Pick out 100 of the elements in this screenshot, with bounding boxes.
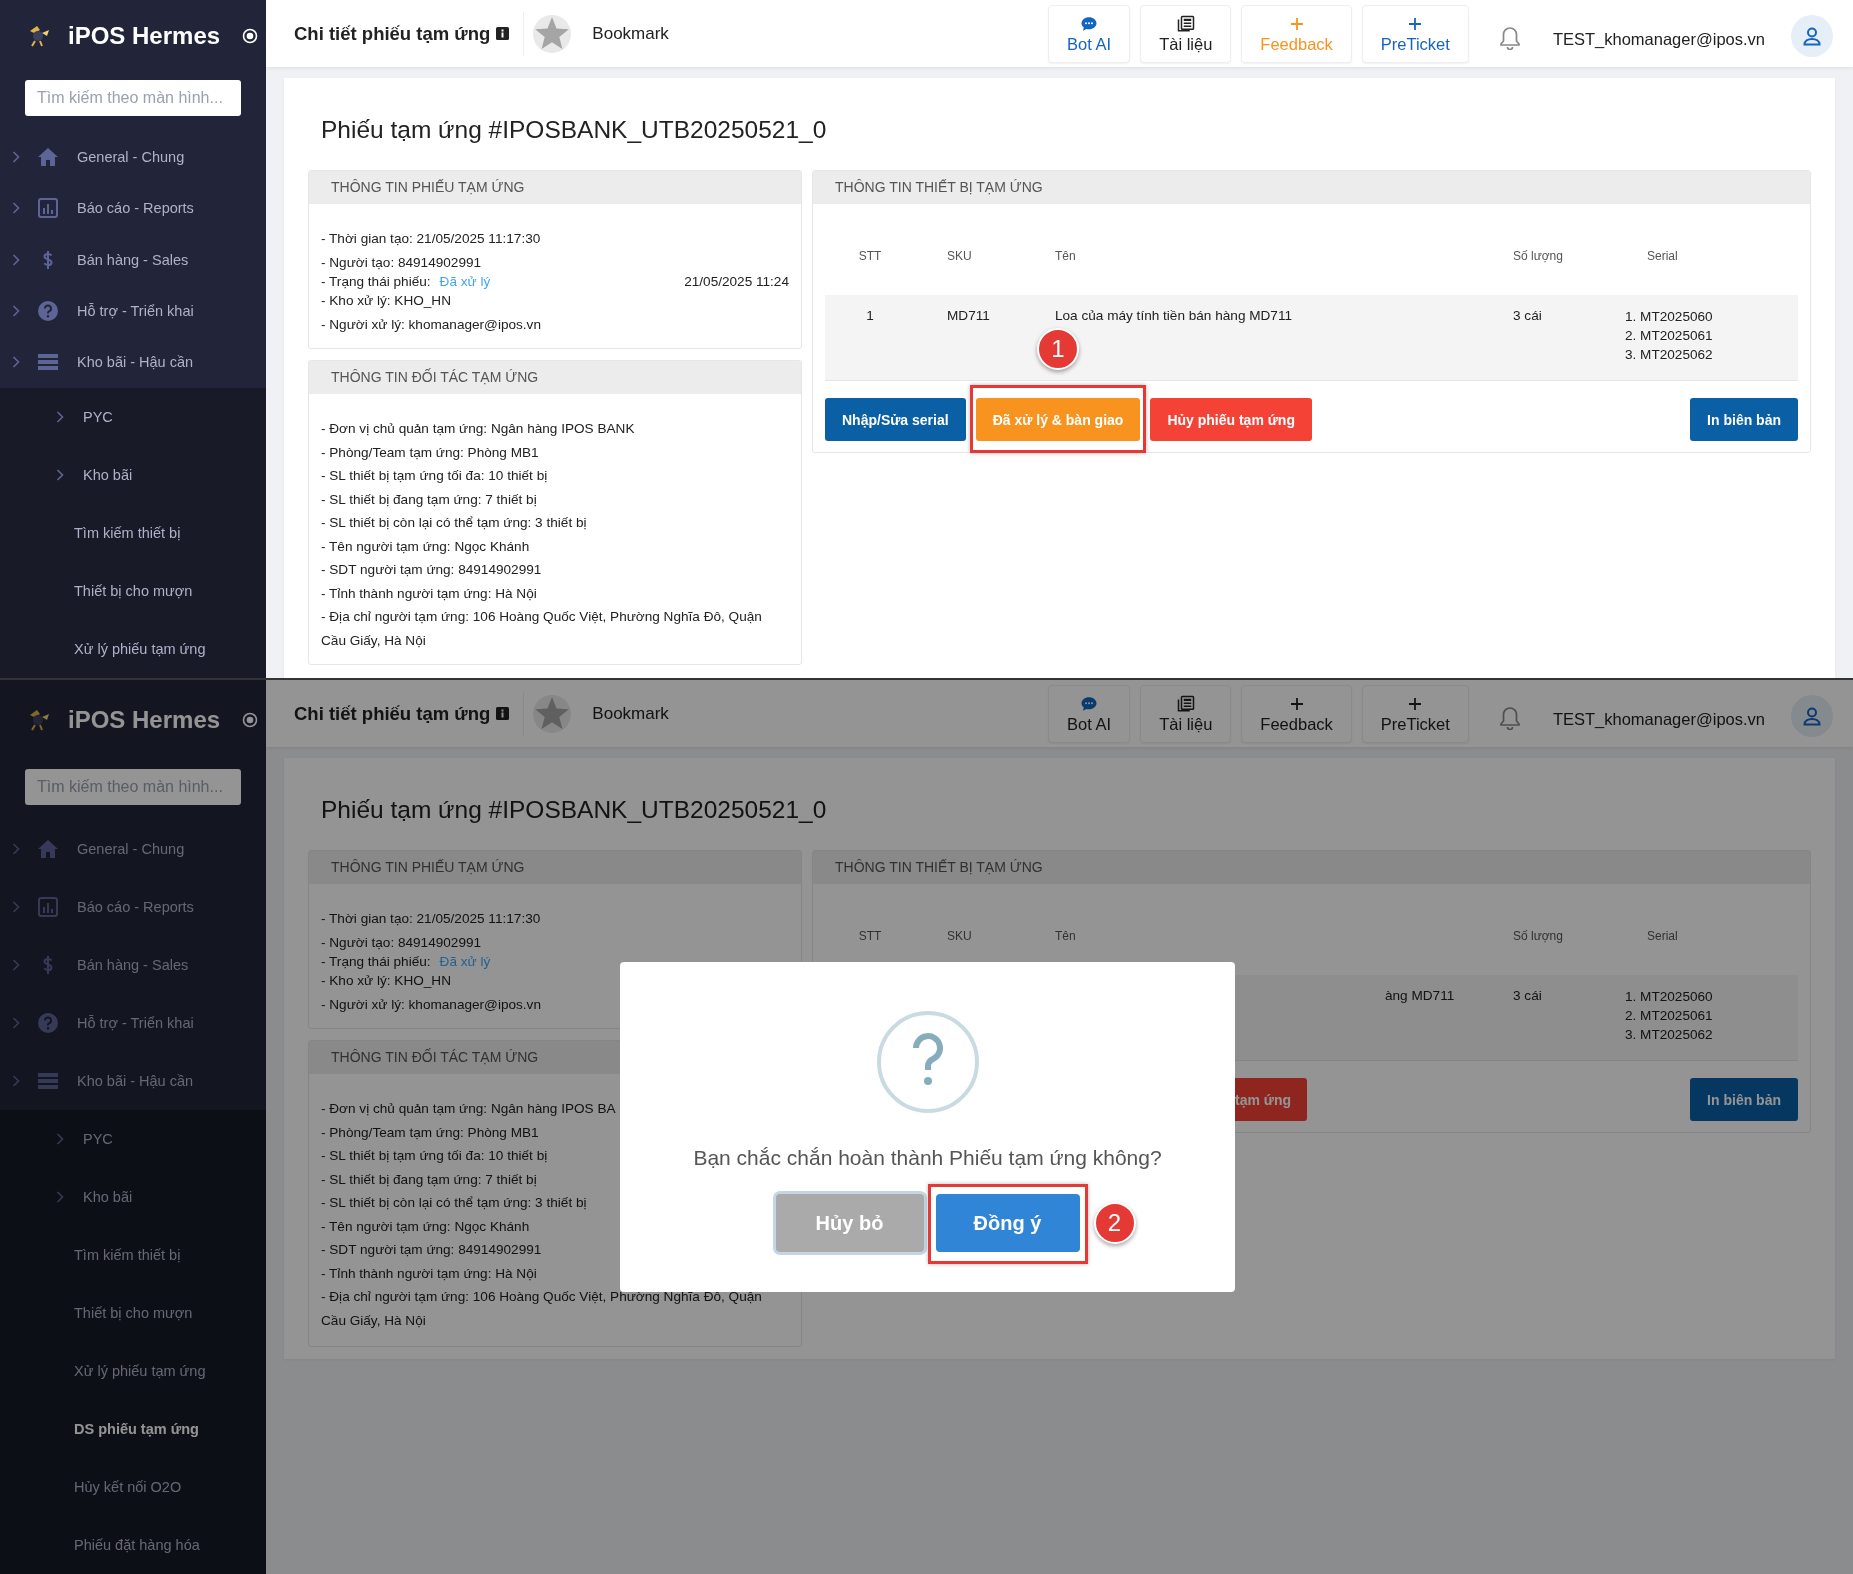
avatar[interactable] (1791, 15, 1833, 57)
chevron-right-icon (12, 843, 20, 855)
sidebar-subitem[interactable]: PYC (0, 388, 266, 446)
info-line: - Địa chỉ người tạm ứng: 106 Hoàng Quốc Việt, Phường Nghĩa Đô, Quận Cầu Giấy, Hà Nội (321, 609, 762, 648)
sidebar-item[interactable]: General - Chung (0, 131, 266, 183)
serial-number: 3. MT2025062 (1625, 1026, 1714, 1044)
question-mark-icon (875, 1010, 980, 1114)
toolbar-button[interactable]: PreTicket (1361, 685, 1469, 743)
table-cell: MD711 (947, 308, 990, 323)
info-line: - Trạng thái phiếu: (321, 274, 431, 289)
info-line: - Người tạo: 84914902991 (321, 934, 482, 950)
newspaper-icon (1176, 694, 1195, 713)
section-heading: THÔNG TIN ĐỐI TÁC TẠM ỨNG (309, 361, 801, 394)
bookmark-label[interactable]: Bookmark (592, 703, 669, 724)
sidebar-subitem[interactable]: Xử lý phiếu tạm ứng (0, 620, 266, 678)
chevron-right-icon (12, 1017, 20, 1029)
sidebar-subitem[interactable]: Tìm kiếm thiết bị (0, 504, 266, 562)
action-button[interactable]: Nhập/Sửa serial (825, 398, 966, 441)
bell-icon[interactable] (1498, 26, 1521, 50)
page-title: Chi tiết phiếu tạm ứng (294, 22, 491, 45)
toolbar-button[interactable]: Bot AI (1048, 5, 1131, 63)
bar-chart-icon (36, 196, 60, 221)
section-heading: THÔNG TIN THIẾT BỊ TẠM ỨNG (813, 171, 1810, 204)
radio-icon (242, 712, 259, 728)
info-icon (496, 707, 510, 720)
sidebar-subitem[interactable]: Tìm kiếm thiết bị (0, 1226, 266, 1284)
info-line: - Phòng/Team tạm ứng: Phòng MB1 (321, 1124, 539, 1140)
sidebar-item[interactable]: Hỗ trợ - Triển khai (0, 285, 266, 337)
info-line: - SL thiết bị còn lại có thể tạm ứng: 3 thiết bị (321, 1195, 587, 1210)
toolbar-button[interactable]: PreTicket (1361, 5, 1469, 63)
table-cell: àng MD711 (1385, 988, 1455, 1003)
column-header: Serial (1647, 929, 1678, 943)
sidebar-item[interactable]: Báo cáo - Reports (0, 182, 266, 234)
sidebar-item[interactable]: Hỗ trợ - Triển khai (0, 994, 266, 1052)
bookmark-label[interactable]: Bookmark (592, 23, 669, 44)
toolbar-button[interactable]: Tài liệu (1140, 685, 1232, 743)
sidebar-item[interactable]: Bán hàng - Sales (0, 936, 266, 994)
table-cell: 3 cái (1513, 308, 1542, 323)
status-value: Đã xử lý (439, 274, 491, 289)
app-name: iPOS Hermes (68, 706, 221, 734)
table-cell: 3 cái (1513, 988, 1542, 1003)
search-field[interactable]: Tìm kiếm theo màn hình... (25, 80, 241, 117)
action-button[interactable]: Hủy phiếu tạm ứng (1150, 398, 1312, 441)
info-line: - Người tạo: 84914902991 (321, 254, 482, 270)
chevron-right-icon (12, 1075, 20, 1087)
user-email: TEST_khomanager@ipos.vn (1552, 709, 1765, 729)
sidebar-subitem[interactable]: Thiết bị cho mượn (0, 1284, 266, 1342)
help-icon (36, 299, 60, 323)
step-number-badge: 2 (1093, 1202, 1136, 1244)
column-header: STT (858, 249, 882, 263)
sidebar-subitem[interactable]: Kho bãi (0, 446, 266, 504)
chevron-right-icon (12, 356, 20, 369)
info-line: - Đơn vị chủ quản tạm ứng: Ngân hàng IPOS BA (321, 1101, 616, 1116)
action-button[interactable]: In biên bản (1690, 1078, 1798, 1121)
table-cell: 1 (866, 308, 874, 323)
info-line: - Tỉnh thành người tạm ứng: Hà Nội (321, 1265, 537, 1281)
info-line: - Người xử lý: khomanager@ipos.vn (321, 316, 541, 332)
dialog-message: Bạn chắc chắn hoàn thành Phiếu tạm ứng không? (693, 1146, 1162, 1170)
sidebar-subitem[interactable]: PYC (0, 1110, 266, 1168)
info-line: - Trạng thái phiếu: (321, 954, 431, 969)
sidebar-item[interactable]: Kho bãi - Hậu cần (0, 336, 266, 388)
bell-icon[interactable] (1498, 706, 1521, 730)
chevron-right-icon (12, 253, 20, 266)
sidebar-item[interactable]: Kho bãi - Hậu cần (0, 1052, 266, 1110)
info-line: - Người xử lý: khomanager@ipos.vn (321, 996, 541, 1012)
ticket-title: Phiếu tạm ứng #IPOSBANK_UTB20250521_0 (321, 796, 828, 824)
status-date: 21/05/2025 11:24 (684, 274, 789, 289)
sidebar-item[interactable]: General - Chung (0, 820, 266, 878)
toolbar-button[interactable]: Bot AI (1048, 685, 1131, 743)
serial-number: 2. MT2025061 (1625, 327, 1714, 345)
avatar[interactable] (1791, 695, 1833, 737)
sidebar-subitem[interactable]: Phiếu đặt hàng hóa (0, 1516, 266, 1574)
toolbar-button[interactable]: Tài liệu (1140, 5, 1232, 63)
sidebar-subitem[interactable]: Kho bãi (0, 1168, 266, 1226)
chevron-right-icon (12, 959, 20, 971)
info-line: - SL thiết bị tạm ứng tối đa: 10 thiết bị (321, 1148, 548, 1163)
sidebar-item[interactable]: Bán hàng - Sales (0, 233, 266, 286)
user-icon (1802, 26, 1822, 46)
chevron-right-icon (56, 1191, 64, 1203)
column-header: SKU (947, 249, 972, 263)
sidebar-subitem[interactable]: Thiết bị cho mượn (0, 562, 266, 620)
sidebar-subitem[interactable]: DS phiếu tạm ứng (0, 1400, 266, 1458)
confirm-button[interactable]: Đồng ý (935, 1194, 1080, 1252)
info-line: - SDT người tạm ứng: 84914902991 (321, 1242, 542, 1257)
info-line: - Kho xử lý: KHO_HN (321, 973, 451, 988)
column-header: Số lượng (1513, 249, 1563, 263)
ticket-title: Phiếu tạm ứng #IPOSBANK_UTB20250521_0 (321, 116, 828, 144)
info-line: - Địa chỉ người tạm ứng: 106 Hoàng Quốc Việt, Phường Nghĩa Đô, Quận Cầu Giấy, Hà Nội (321, 1289, 762, 1328)
search-field[interactable]: Tìm kiếm theo màn hình... (25, 769, 241, 805)
action-button[interactable]: In biên bản (1690, 398, 1798, 441)
info-line: - SL thiết bị đang tạm ứng: 7 thiết bị (321, 491, 537, 507)
status-value: Đã xử lý (439, 954, 491, 969)
sidebar-subitem[interactable]: Hủy kết nối O2O (0, 1458, 266, 1516)
bar-chart-icon (36, 895, 60, 919)
app-name: iPOS Hermes (68, 21, 221, 50)
toolbar-button[interactable]: Feedback (1241, 685, 1352, 743)
sidebar-item[interactable]: Báo cáo - Reports (0, 878, 266, 936)
sidebar-subitem[interactable]: Xử lý phiếu tạm ứng (0, 1342, 266, 1400)
info-line: - SL thiết bị còn lại có thể tạm ứng: 3 thiết bị (321, 515, 587, 530)
info-line: - SDT người tạm ứng: 84914902991 (321, 562, 542, 577)
